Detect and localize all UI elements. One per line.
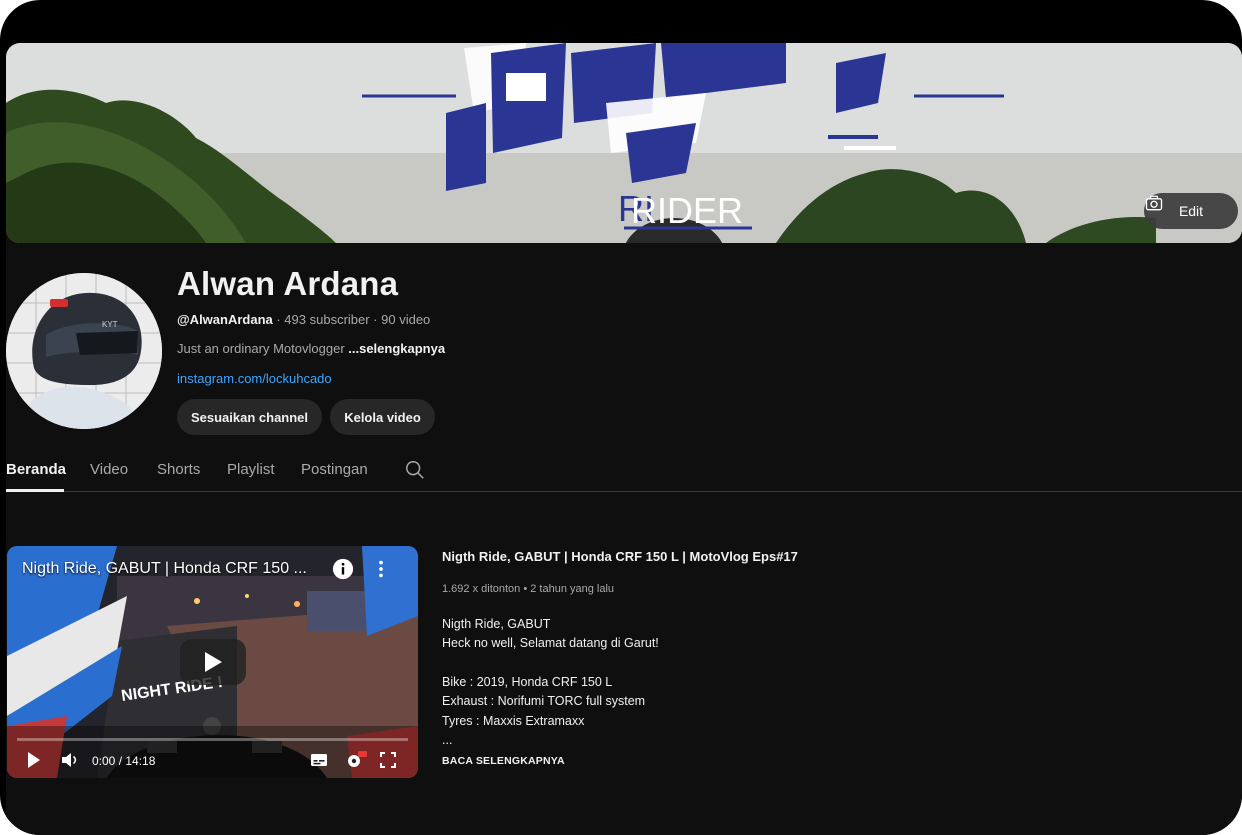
channel-name: Alwan Ardana <box>177 265 399 302</box>
banner-rider-text: RIDER <box>631 190 743 231</box>
video-progress-bar[interactable] <box>17 738 408 741</box>
description-line: ... <box>442 733 453 747</box>
helmet-avatar-image: KYT <box>6 273 162 429</box>
info-icon[interactable] <box>332 558 354 580</box>
description-text: Just an ordinary Motovlogger <box>177 341 349 356</box>
description-line: Bike : 2019, Honda CRF 150 L <box>442 675 613 689</box>
read-more-button[interactable]: BACA SELENGKAPNYA <box>442 755 565 767</box>
play-button[interactable] <box>180 639 246 685</box>
channel-meta: @AlwanArdana · 493 subscriber · 90 video <box>177 312 430 327</box>
channel-external-link[interactable]: instagram.com/lockuhcado <box>177 371 332 386</box>
more-link[interactable]: ...selengkapnya <box>348 341 445 356</box>
play-icon <box>205 652 222 672</box>
channel-banner: RI RIDER Edit <box>6 43 1242 243</box>
featured-video-meta: 1.692 x ditonton • 2 tahun yang lalu <box>442 583 615 595</box>
manage-videos-button[interactable]: Kelola video <box>330 399 435 435</box>
featured-video-title[interactable]: Nigth Ride, GABUT | Honda CRF 150 L | Mo… <box>442 549 798 564</box>
play-control-icon[interactable] <box>27 751 41 769</box>
channel-tabs: Beranda Video Shorts Playlist Postingan <box>6 448 1242 492</box>
customize-channel-button[interactable]: Sesuaikan channel <box>177 399 322 435</box>
banner-artwork: RI RIDER <box>6 43 1242 243</box>
tab-home[interactable]: Beranda <box>6 461 66 478</box>
channel-stats: · 493 subscriber · 90 video <box>272 312 431 327</box>
player-title[interactable]: Nigth Ride, GABUT | Honda CRF 150 ... <box>22 560 322 578</box>
featured-video-player[interactable]: NIGHT RIDE ! Nigth Ride, GABUT | Honda C… <box>7 546 418 778</box>
edit-banner-button[interactable]: Edit <box>1144 193 1238 229</box>
subtitles-icon[interactable] <box>310 751 328 769</box>
settings-icon[interactable] <box>345 751 367 769</box>
channel-handle[interactable]: @AlwanArdana <box>177 312 273 327</box>
tab-posts[interactable]: Postingan <box>301 461 368 478</box>
tab-playlist[interactable]: Playlist <box>227 461 275 478</box>
tab-shorts[interactable]: Shorts <box>157 461 200 478</box>
tab-videos[interactable]: Video <box>90 461 128 478</box>
description-line: Heck no well, Selamat datang di Garut! <box>442 636 659 650</box>
channel-page: RI RIDER Edit KYT Alwan Ardana @AlwanArd… <box>6 43 1242 835</box>
description-line: Nigth Ride, GABUT <box>442 617 551 631</box>
description-line: Tyres : Maxxis Extramaxx <box>442 714 585 728</box>
avatar[interactable]: KYT <box>6 273 162 429</box>
search-icon[interactable] <box>404 459 426 481</box>
camera-icon <box>1145 195 1163 211</box>
edit-label: Edit <box>1178 203 1204 219</box>
description-line: Exhaust : Norifumi TORC full system <box>442 694 646 708</box>
fullscreen-icon[interactable] <box>380 751 396 769</box>
active-tab-indicator <box>6 489 64 492</box>
device-frame: RI RIDER Edit KYT Alwan Ardana @AlwanArd… <box>0 0 1242 835</box>
more-options-icon[interactable] <box>375 558 387 580</box>
video-time: 0:00 / 14:18 <box>92 754 156 768</box>
channel-description[interactable]: Just an ordinary Motovlogger ...selengka… <box>177 341 445 356</box>
volume-icon[interactable] <box>61 751 79 769</box>
svg-text:KYT: KYT <box>102 320 118 329</box>
